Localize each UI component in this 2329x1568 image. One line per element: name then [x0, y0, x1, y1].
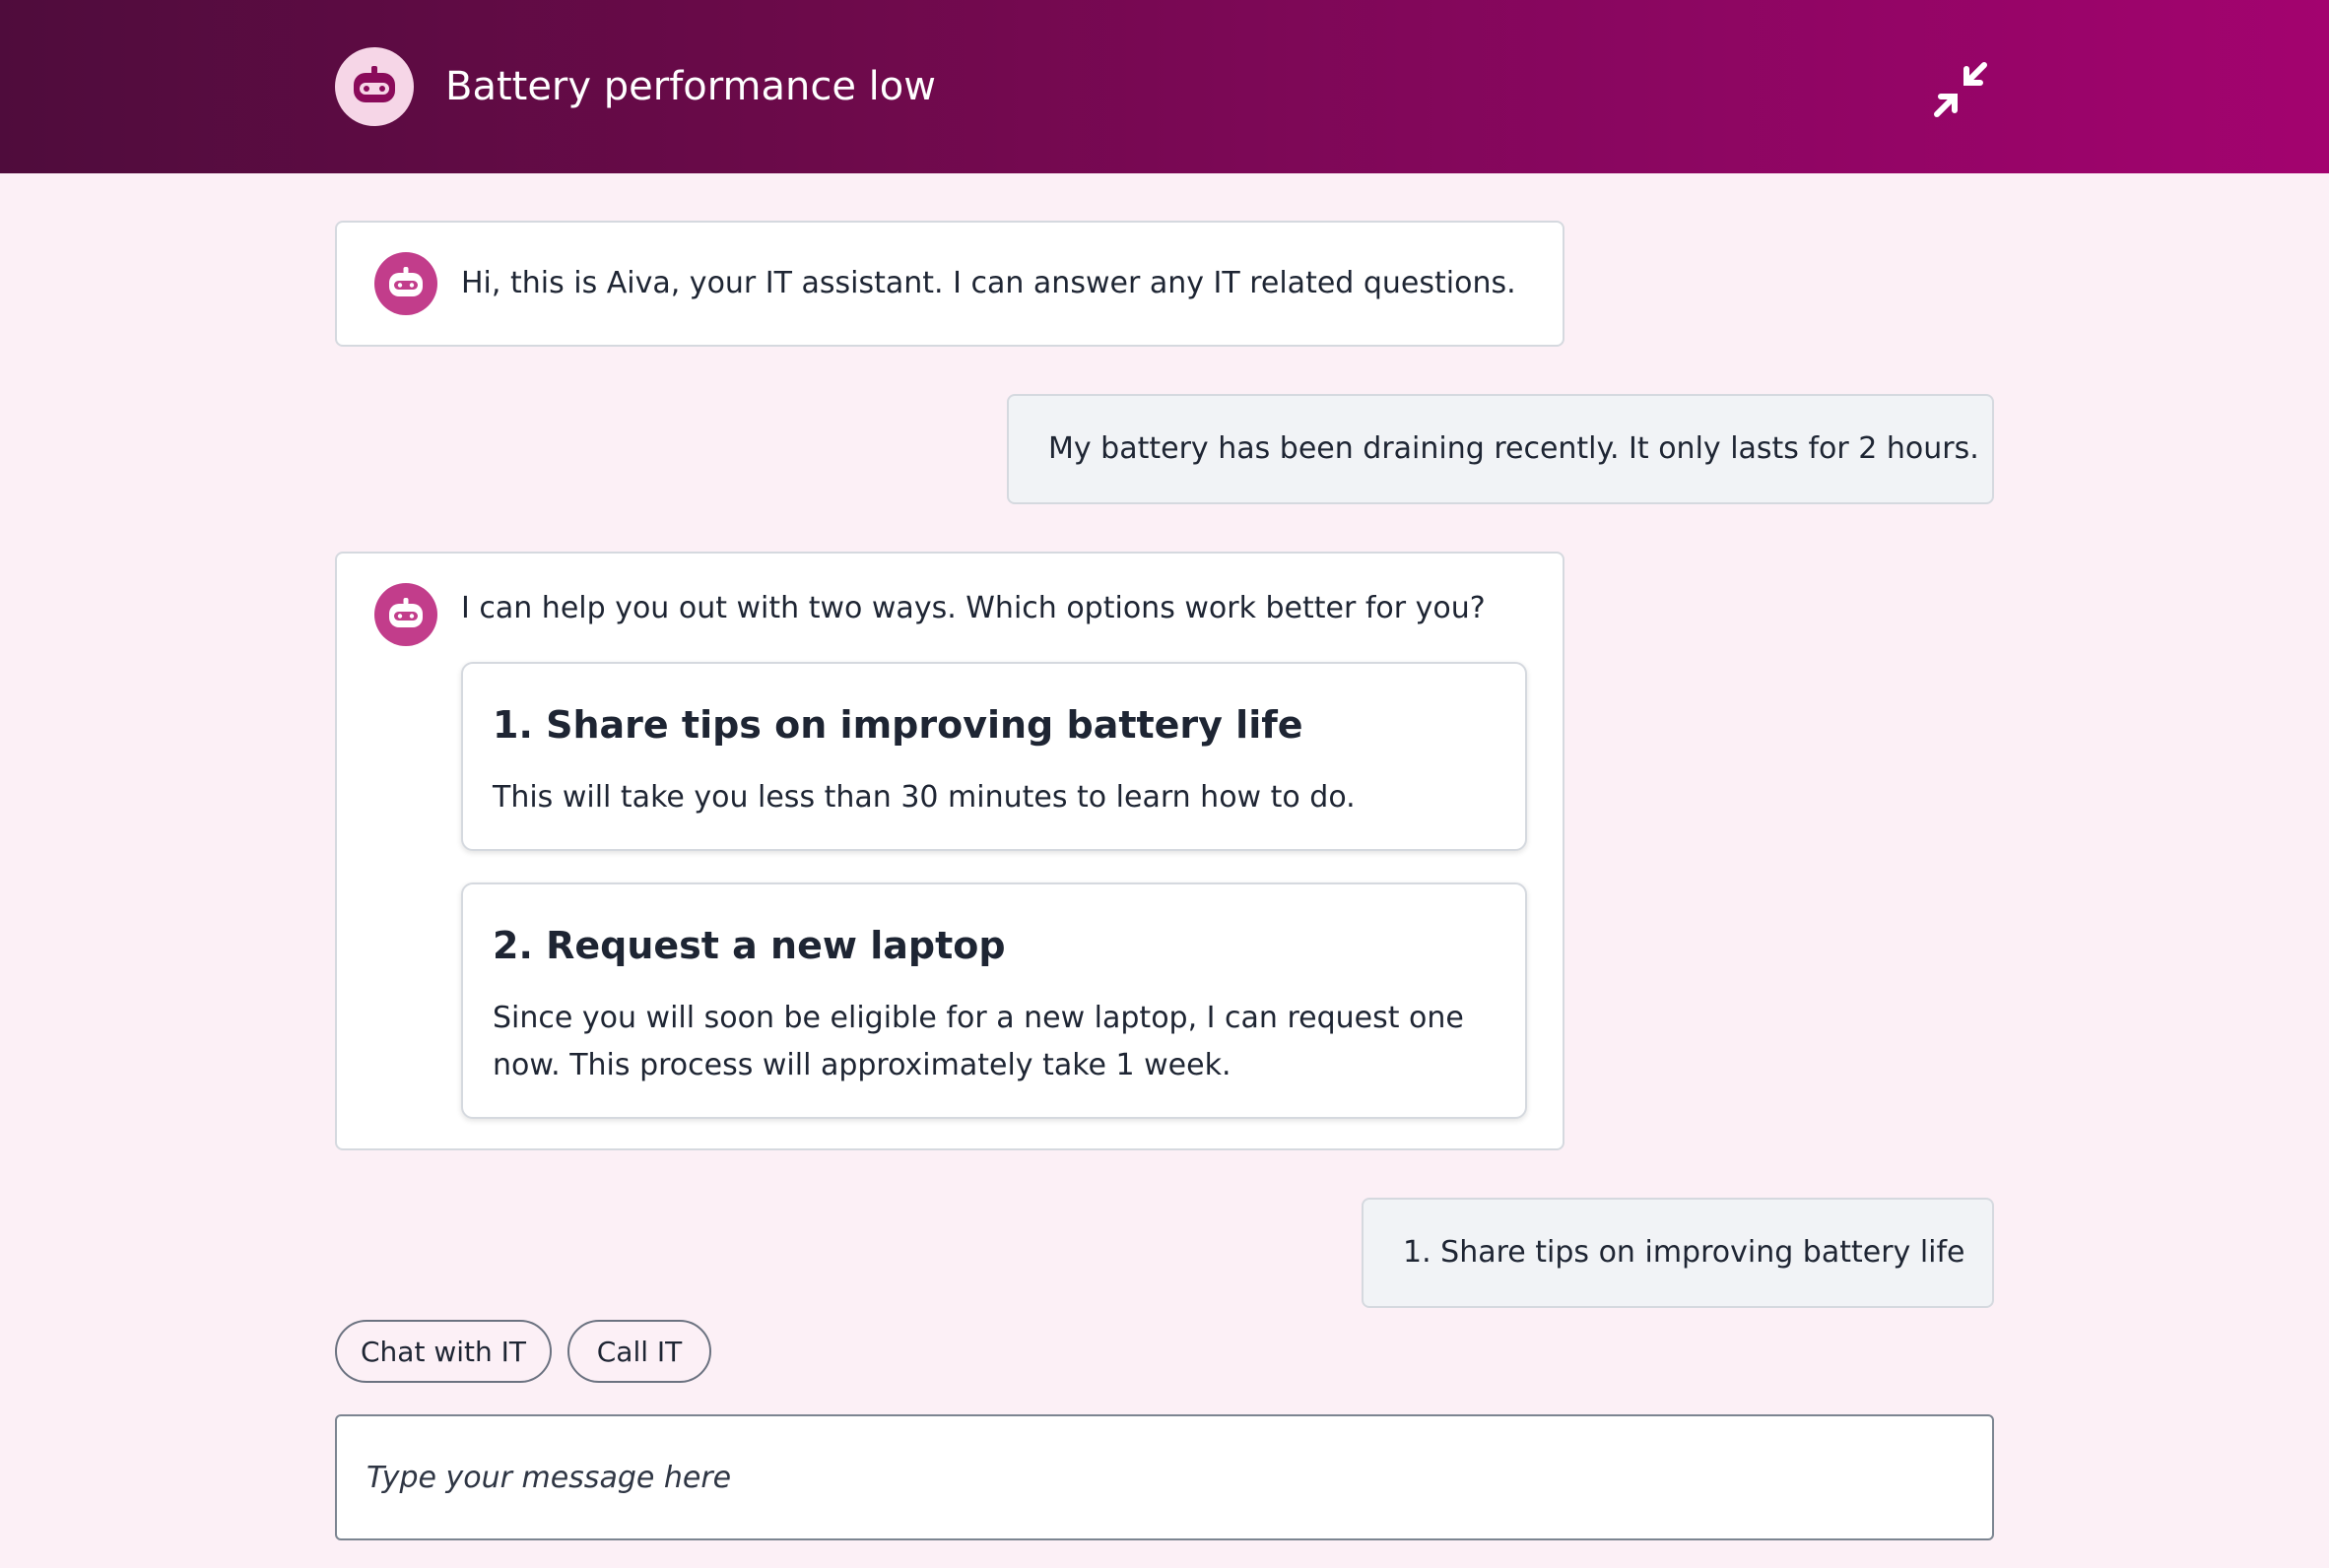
call-it-button[interactable]: Call IT — [567, 1320, 711, 1383]
robot-icon — [354, 66, 395, 102]
chat-with-it-button[interactable]: Chat with IT — [335, 1320, 552, 1383]
robot-icon — [389, 598, 423, 627]
bot-avatar — [374, 252, 437, 315]
message-input[interactable] — [366, 1452, 1943, 1503]
bot-message: Hi, this is Aiva, your IT assistant. I c… — [335, 221, 1564, 347]
message-text: 1. Share tips on improving battery life — [1403, 1235, 1965, 1270]
option-card-battery-tips[interactable]: 1. Share tips on improving battery life … — [461, 662, 1527, 851]
message-composer — [335, 1414, 1994, 1540]
minimize-icon — [1934, 62, 1987, 117]
option-title: 1. Share tips on improving battery life — [493, 703, 1303, 747]
chat-header: Battery performance low — [0, 0, 2329, 173]
option-card-new-laptop[interactable]: 2. Request a new laptop Since you will s… — [461, 882, 1527, 1119]
message-text: My battery has been draining recently. I… — [1048, 431, 1979, 466]
user-message: My battery has been draining recently. I… — [1007, 394, 1994, 504]
chat-title: Battery performance low — [445, 64, 936, 109]
option-description: now. This process will approximately tak… — [493, 1048, 1231, 1082]
option-description: Since you will soon be eligible for a ne… — [493, 1001, 1464, 1035]
option-title: 2. Request a new laptop — [493, 924, 1006, 967]
robot-icon — [389, 267, 423, 296]
message-text: Hi, this is Aiva, your IT assistant. I c… — [461, 266, 1516, 300]
assistant-avatar — [335, 47, 414, 126]
minimize-button[interactable] — [1923, 53, 1998, 128]
bot-message-with-options: I can help you out with two ways. Which … — [335, 552, 1564, 1150]
bot-avatar — [374, 583, 437, 646]
user-message: 1. Share tips on improving battery life — [1362, 1198, 1994, 1308]
message-text: I can help you out with two ways. Which … — [461, 591, 1486, 625]
option-description: This will take you less than 30 minutes … — [493, 780, 1356, 815]
